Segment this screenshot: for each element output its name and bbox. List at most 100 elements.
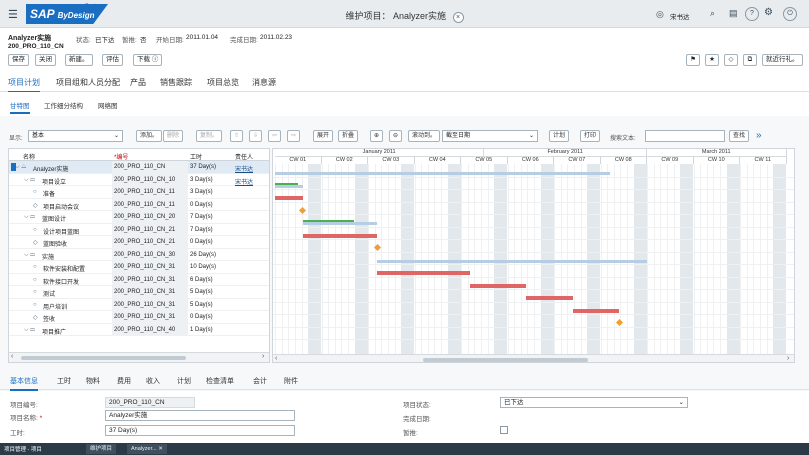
move-down-icon[interactable]: ⇩ <box>249 130 262 142</box>
tag-icon[interactable]: ◇ <box>724 54 738 66</box>
status-select[interactable]: 已下达 ⌄ <box>500 397 688 408</box>
user-name[interactable]: 宋书达 <box>670 11 690 21</box>
copy-icon[interactable]: ⧉ <box>743 54 757 66</box>
tab-plan[interactable]: 计划 <box>177 376 191 386</box>
gantt-bar[interactable] <box>275 196 303 200</box>
zoom-in-icon[interactable]: ⊕ <box>370 130 383 142</box>
scroll-left-icon[interactable]: ‹ <box>11 353 13 360</box>
tab-expenses[interactable]: 费用 <box>117 376 131 386</box>
close-button[interactable]: 关闭 <box>35 54 56 66</box>
nearby-button[interactable]: 就近行礼。 <box>762 54 803 66</box>
evaluate-button[interactable]: 评估 <box>102 54 123 66</box>
collapse-button[interactable]: 折叠 <box>338 130 359 142</box>
double-chevron-right-icon[interactable]: » <box>756 130 762 141</box>
tab-accounting[interactable]: 会计 <box>253 376 267 386</box>
help-icon[interactable]: ? <box>745 7 759 21</box>
gantt-bar[interactable] <box>572 308 620 313</box>
gantt-bar[interactable] <box>302 220 355 222</box>
table-row[interactable]: ○ 测试 200_PRO_110_CN_31 5 Day(s) <box>9 286 269 299</box>
search-icon[interactable]: ⌕ <box>710 8 715 19</box>
tab-team-staffing[interactable]: 项目组和人员分配 <box>56 77 120 88</box>
row-selector[interactable] <box>11 163 16 171</box>
scroll-left-icon[interactable]: ‹ <box>275 355 277 362</box>
grid-scrollbar[interactable]: ‹ › <box>9 352 269 362</box>
scroll-right-icon[interactable]: › <box>787 355 789 362</box>
tab-materials[interactable]: 物料 <box>86 376 100 386</box>
tab-revenue[interactable]: 收入 <box>146 376 160 386</box>
gantt-bar[interactable] <box>377 271 471 275</box>
table-row[interactable]: ⌵ ▭ 项目设立 200_PRO_110_CN_10 3 Day(s) 宋书达 <box>9 173 269 186</box>
tab-project-overview[interactable]: 项目总览 <box>207 77 239 88</box>
table-row[interactable]: ○ 准备 200_PRO_110_CN_11 3 Day(s) <box>9 186 269 199</box>
work-input[interactable]: 37 Day(s) <box>105 425 295 436</box>
table-row[interactable]: ⌵ ▭ 项目推广 200_PRO_110_CN_40 1 Day(s) <box>9 323 269 336</box>
tab-attachments[interactable]: 附件 <box>284 376 298 386</box>
scroll-to-button[interactable]: 滚动到。 <box>408 130 441 142</box>
user-icon[interactable]: ◎ <box>656 9 664 20</box>
table-row[interactable]: ◇ 签收 200_PRO_110_CN_31 0 Day(s) <box>9 311 269 324</box>
gantt-bar[interactable] <box>377 259 647 263</box>
table-row[interactable]: ○ 用户培训 200_PRO_110_CN_31 5 Day(s) <box>9 298 269 311</box>
gantt-bar[interactable] <box>526 296 573 300</box>
move-up-icon[interactable]: ⇧ <box>230 130 243 142</box>
table-row[interactable]: ◇ 项目启动会议 200_PRO_110_CN_11 0 Day(s) <box>9 198 269 211</box>
flag-icon[interactable]: ⚑ <box>686 54 700 66</box>
star-icon[interactable]: ★ <box>705 54 719 66</box>
plan-button[interactable]: 计划 <box>549 130 570 142</box>
table-row[interactable]: ○ 设计项目蓝图 200_PRO_110_CN_21 7 Day(s) <box>9 223 269 236</box>
taskbar-start[interactable]: 项目管理 - 项目 <box>4 445 42 453</box>
proj-name-input[interactable]: Analyzer实施 <box>105 410 295 421</box>
copy-button[interactable]: 复制。 <box>196 130 223 142</box>
gantt-bar[interactable] <box>275 184 303 188</box>
gantt-bar[interactable] <box>470 283 527 288</box>
print-button[interactable]: 打印 <box>580 130 601 142</box>
find-button[interactable]: 查找 <box>729 130 750 142</box>
scroll-thumb[interactable] <box>423 358 588 362</box>
subtab-network[interactable]: 网络图 <box>98 100 118 110</box>
indent-icon[interactable]: ⇨ <box>287 130 300 142</box>
zoom-out-icon[interactable]: ⊖ <box>389 130 402 142</box>
notes-icon[interactable]: ▤ <box>729 8 738 19</box>
table-row[interactable]: ○ 软件安装和配置 200_PRO_110_CN_31 10 Day(s) <box>9 261 269 274</box>
table-row[interactable]: ⌵ ▭ 蓝图设计 200_PRO_110_CN_20 7 Day(s) <box>9 211 269 224</box>
milestone-marker[interactable] <box>299 206 307 214</box>
scroll-right-icon[interactable]: › <box>262 353 264 360</box>
show-select[interactable]: 基本 ⌄ <box>28 130 123 142</box>
outdent-icon[interactable]: ⇦ <box>268 130 281 142</box>
expand-button[interactable]: 展开 <box>313 130 334 142</box>
tab-sales-tracking[interactable]: 销售跟踪 <box>160 77 192 88</box>
tab-basic-info[interactable]: 基本信息 <box>10 376 38 391</box>
date-select[interactable]: 截至日期 ⌄ <box>442 130 538 142</box>
scroll-thumb[interactable] <box>21 356 186 360</box>
task-owner[interactable]: 宋书达 <box>235 164 253 173</box>
tab-project-plan[interactable]: 项目计划 <box>8 77 40 93</box>
gantt-bar[interactable] <box>275 182 299 185</box>
save-button[interactable]: 保存 <box>8 54 29 66</box>
tab-checklist[interactable]: 检查清单 <box>206 376 234 386</box>
milestone-marker[interactable] <box>615 318 623 327</box>
table-row[interactable]: ⌵ ▭ 实施 200_PRO_110_CN_30 26 Day(s) <box>9 248 269 261</box>
settings-icon[interactable]: ⚙ <box>764 7 773 18</box>
tab-work[interactable]: 工时 <box>57 376 71 386</box>
gantt-bar[interactable] <box>275 172 610 175</box>
gantt-bar[interactable] <box>302 222 378 225</box>
subtab-wbs[interactable]: 工作细分结构 <box>44 100 83 110</box>
task-owner[interactable]: 宋书达 <box>235 177 253 186</box>
close-icon[interactable]: ✕ <box>158 446 163 452</box>
taskbar-item-analyzer[interactable]: Analyzer... ✕ <box>127 444 167 454</box>
taskbar-item-maintain-project[interactable]: 维护项目 <box>86 444 117 454</box>
new-button[interactable]: 新建。 <box>65 54 93 66</box>
add-button[interactable]: 添加。 <box>136 130 163 142</box>
table-row[interactable]: ◇ 蓝图验收 200_PRO_110_CN_21 0 Day(s) <box>9 236 269 249</box>
table-row[interactable]: ○ 软件接口开发 200_PRO_110_CN_31 6 Day(s) <box>9 273 269 286</box>
tab-products[interactable]: 产品 <box>130 77 146 88</box>
power-icon[interactable]: ⏻ <box>783 7 797 21</box>
tab-message-source[interactable]: 消息源 <box>252 77 276 88</box>
blocked-checkbox[interactable] <box>500 426 508 434</box>
search-text-input[interactable] <box>645 130 725 142</box>
gantt-bar[interactable] <box>302 233 378 238</box>
close-icon[interactable]: × <box>452 12 464 23</box>
download-button[interactable]: 下载 ⓘ <box>133 54 163 66</box>
table-row[interactable]: ⌵ △ Analyzer实施 200_PRO_110_CN 37 Day(s) 宋书达 <box>9 161 269 174</box>
delete-button[interactable]: 删除 <box>163 130 184 142</box>
